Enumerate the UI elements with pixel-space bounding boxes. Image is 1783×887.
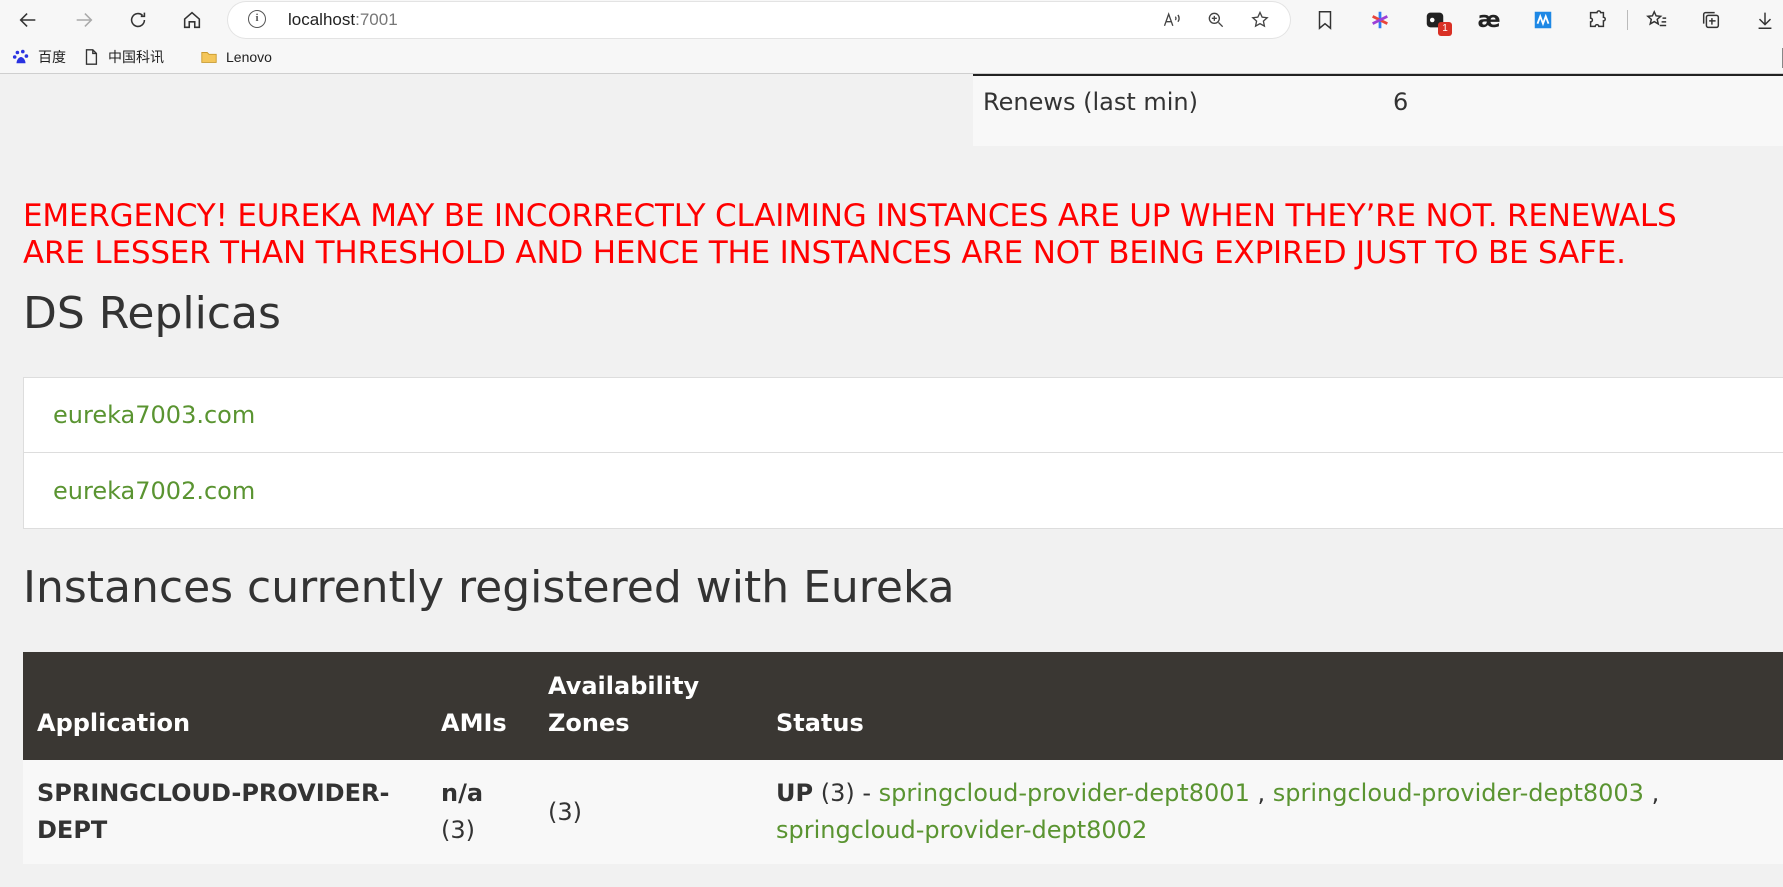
instance-separator: ,: [1249, 779, 1273, 807]
bookmark-button[interactable]: [1310, 5, 1340, 35]
cell-status: UP (3) - springcloud-provider-dept8001 ,…: [762, 760, 1783, 864]
renews-row: Renews (last min) 6: [973, 74, 1783, 146]
downloads-button[interactable]: [1750, 5, 1780, 35]
ae-extension-button[interactable]: æ: [1474, 5, 1504, 35]
header-availability-zones: Availability Zones: [534, 652, 762, 760]
replicas-list: eureka7003.com eureka7002.com: [23, 377, 1783, 529]
status-state: UP: [776, 779, 814, 807]
replica-item: eureka7003.com: [24, 378, 1783, 453]
url-text[interactable]: localhost:7001: [288, 10, 398, 30]
home-icon: [183, 11, 201, 29]
back-button[interactable]: [12, 4, 44, 36]
instances-title: Instances currently registered with Eure…: [23, 562, 955, 613]
bookmark-baidu[interactable]: 百度: [12, 46, 66, 68]
asterisk-icon: [1372, 11, 1388, 29]
forward-button[interactable]: [68, 4, 100, 36]
url-port: :7001: [355, 10, 398, 29]
emergency-warning: EMERGENCY! EUREKA MAY BE INCORRECTLY CLA…: [23, 198, 1783, 272]
renews-label: Renews (last min): [983, 88, 1199, 116]
bookmark-zhongguokexun[interactable]: 中国科讯: [82, 46, 164, 68]
site-info-icon[interactable]: i: [248, 10, 266, 28]
blue-square-icon: [1534, 11, 1552, 29]
zoom-button[interactable]: [1204, 8, 1228, 32]
baidu-icon: [12, 48, 30, 66]
application-name-line1: SPRINGCLOUD-PROVIDER-: [37, 779, 390, 807]
home-button[interactable]: [176, 4, 208, 36]
extension-colorful-button[interactable]: [1365, 5, 1395, 35]
refresh-icon: [130, 12, 146, 28]
page-icon: [82, 48, 100, 66]
header-status: Status: [762, 652, 1783, 760]
refresh-button[interactable]: [122, 4, 154, 36]
emergency-line-1: EMERGENCY! EUREKA MAY BE INCORRECTLY CLA…: [23, 198, 1677, 234]
collections-icon: [1702, 11, 1720, 29]
bookmark-label: 百度: [38, 49, 66, 65]
cell-application: SPRINGCLOUD-PROVIDER- DEPT: [23, 760, 427, 864]
header-zones-line2: Zones: [548, 709, 630, 737]
replica-link[interactable]: eureka7002.com: [53, 477, 255, 505]
read-aloud-icon: [1163, 12, 1180, 27]
bookmark-label: Lenovo: [226, 49, 272, 65]
header-amis: AMIs: [427, 652, 534, 760]
download-icon: [1758, 12, 1772, 29]
bookmarks-bar: 百度 中国科讯 Lenovo: [0, 40, 1783, 74]
ami-count: (3): [441, 816, 475, 844]
bookmark-icon: [1318, 11, 1332, 30]
instance-link[interactable]: springcloud-provider-dept8003: [1273, 779, 1644, 807]
extension-badge: 1: [1438, 22, 1452, 36]
bookmark-label: 中国科讯: [108, 49, 164, 65]
bookmark-lenovo[interactable]: Lenovo: [200, 46, 272, 68]
renews-value: 6: [1393, 88, 1409, 116]
instances-table: Application AMIs Availability Zones Stat…: [23, 652, 1783, 864]
read-aloud-button[interactable]: [1160, 8, 1184, 32]
table-row: SPRINGCLOUD-PROVIDER- DEPT n/a (3) (3) U…: [23, 760, 1783, 864]
replica-link[interactable]: eureka7003.com: [53, 401, 255, 429]
table-header-row: Application AMIs Availability Zones Stat…: [23, 652, 1783, 760]
zoom-in-icon: [1208, 12, 1224, 28]
page-content: Renews (last min) 6 EMERGENCY! EUREKA MA…: [0, 74, 1783, 887]
puzzle-icon: [1589, 10, 1606, 28]
ae-icon: æ: [1477, 7, 1501, 33]
star-add-icon: [1251, 10, 1269, 28]
folder-icon: [200, 48, 218, 66]
blue-extension-button[interactable]: [1528, 5, 1558, 35]
header-zones-line1: Availability: [548, 672, 700, 700]
arrow-right-icon: [76, 13, 93, 27]
application-name-line2: DEPT: [37, 816, 108, 844]
add-favorite-button[interactable]: [1248, 8, 1272, 32]
ds-replicas-title: DS Replicas: [23, 288, 281, 339]
url-host: localhost: [288, 10, 356, 29]
emergency-line-2: ARE LESSER THAN THRESHOLD AND HENCE THE …: [23, 235, 1626, 271]
address-bar[interactable]: i localhost:7001: [228, 2, 1290, 38]
ami-value: n/a: [441, 779, 484, 807]
extension-badge-button[interactable]: 1: [1420, 5, 1452, 36]
arrow-left-icon: [19, 13, 36, 27]
instance-separator: ,: [1643, 779, 1660, 807]
status-count: (3) -: [813, 779, 879, 807]
replica-item: eureka7002.com: [24, 453, 1783, 528]
browser-toolbar: i localhost:7001 1 æ: [0, 0, 1783, 40]
collections-button[interactable]: [1696, 5, 1726, 35]
favorites-icon: [1646, 9, 1667, 27]
cell-amis: n/a (3): [427, 760, 534, 864]
instance-link[interactable]: springcloud-provider-dept8001: [879, 779, 1250, 807]
favorites-button[interactable]: [1642, 5, 1672, 35]
toolbar-divider: [1627, 10, 1628, 30]
cell-zones: (3): [534, 760, 762, 864]
header-application: Application: [23, 652, 427, 760]
instance-link[interactable]: springcloud-provider-dept8002: [776, 816, 1147, 844]
extensions-button[interactable]: [1582, 5, 1612, 35]
